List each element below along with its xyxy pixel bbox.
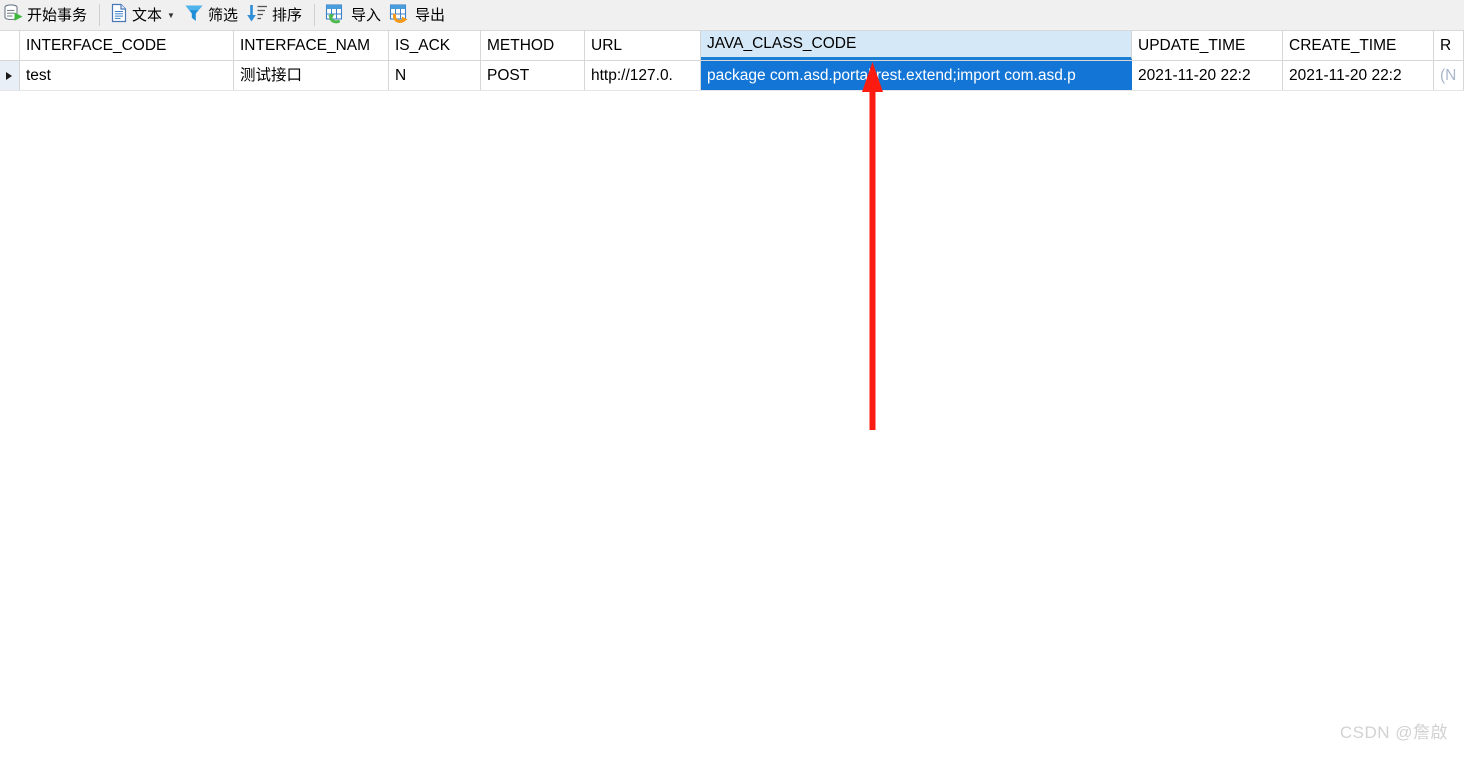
header-gutter [0, 31, 20, 60]
column-header-update-time[interactable]: UPDATE_TIME [1132, 31, 1283, 60]
funnel-filter-icon [183, 2, 205, 29]
cell-interface-name[interactable]: 测试接口 [234, 61, 389, 90]
cell-java-class-code[interactable]: package com.asd.portal.rest.extend;impor… [701, 61, 1132, 90]
column-header-url[interactable]: URL [585, 31, 701, 60]
import-button[interactable]: 导入 [322, 2, 386, 28]
table-row[interactable]: test 测试接口 N POST http://127.0. package c… [0, 61, 1464, 91]
cell-method[interactable]: POST [481, 61, 585, 90]
cell-create-time[interactable]: 2021-11-20 22:2 [1283, 61, 1434, 90]
cell-interface-code[interactable]: test [20, 61, 234, 90]
cell-is-ack[interactable]: N [389, 61, 481, 90]
chevron-down-icon[interactable]: ▼ [167, 11, 175, 20]
toolbar-separator-1 [99, 4, 101, 26]
begin-transaction-label: 开始事务 [27, 6, 88, 24]
data-grid[interactable]: INTERFACE_CODE INTERFACE_NAM IS_ACK METH… [0, 31, 1464, 759]
column-header-java-class-code[interactable]: JAVA_CLASS_CODE [701, 31, 1132, 60]
toolbar: 开始事务 文本 ▼ 筛选 排序 导入 导出 [0, 0, 1464, 31]
import-label: 导入 [350, 6, 381, 24]
row-gutter[interactable] [0, 61, 20, 90]
table-export-icon [388, 2, 412, 29]
toolbar-group-transfer: 导入 导出 [322, 0, 450, 30]
sort-descending-icon [245, 2, 269, 29]
column-header-method[interactable]: METHOD [481, 31, 585, 60]
filter-button[interactable]: 筛选 [181, 2, 243, 28]
text-button[interactable]: 文本 ▼ [107, 2, 181, 28]
column-header-create-time[interactable]: CREATE_TIME [1283, 31, 1434, 60]
grid-header-row: INTERFACE_CODE INTERFACE_NAM IS_ACK METH… [0, 31, 1464, 61]
database-play-icon [2, 2, 24, 29]
toolbar-separator-2 [313, 4, 315, 26]
text-document-icon [109, 2, 129, 29]
column-header-is-ack[interactable]: IS_ACK [389, 31, 481, 60]
filter-label: 筛选 [207, 6, 238, 24]
export-button[interactable]: 导出 [386, 2, 450, 28]
begin-transaction-button[interactable]: 开始事务 [0, 2, 92, 28]
text-label: 文本 [132, 6, 163, 24]
sort-label: 排序 [271, 6, 302, 24]
table-import-icon [324, 2, 348, 29]
export-label: 导出 [415, 6, 446, 24]
current-row-marker-icon [6, 71, 12, 80]
cell-update-time[interactable]: 2021-11-20 22:2 [1132, 61, 1283, 90]
cell-url[interactable]: http://127.0. [585, 61, 701, 90]
cell-r[interactable]: (N [1434, 61, 1464, 90]
column-header-interface-name[interactable]: INTERFACE_NAM [234, 31, 389, 60]
toolbar-group-transaction: 开始事务 [0, 0, 92, 30]
column-header-r[interactable]: R [1434, 31, 1464, 60]
csdn-watermark: CSDN @詹啟 [1339, 723, 1448, 742]
sort-button[interactable]: 排序 [243, 2, 307, 28]
column-header-interface-code[interactable]: INTERFACE_CODE [20, 31, 234, 60]
toolbar-group-view: 文本 ▼ 筛选 排序 [107, 0, 307, 30]
